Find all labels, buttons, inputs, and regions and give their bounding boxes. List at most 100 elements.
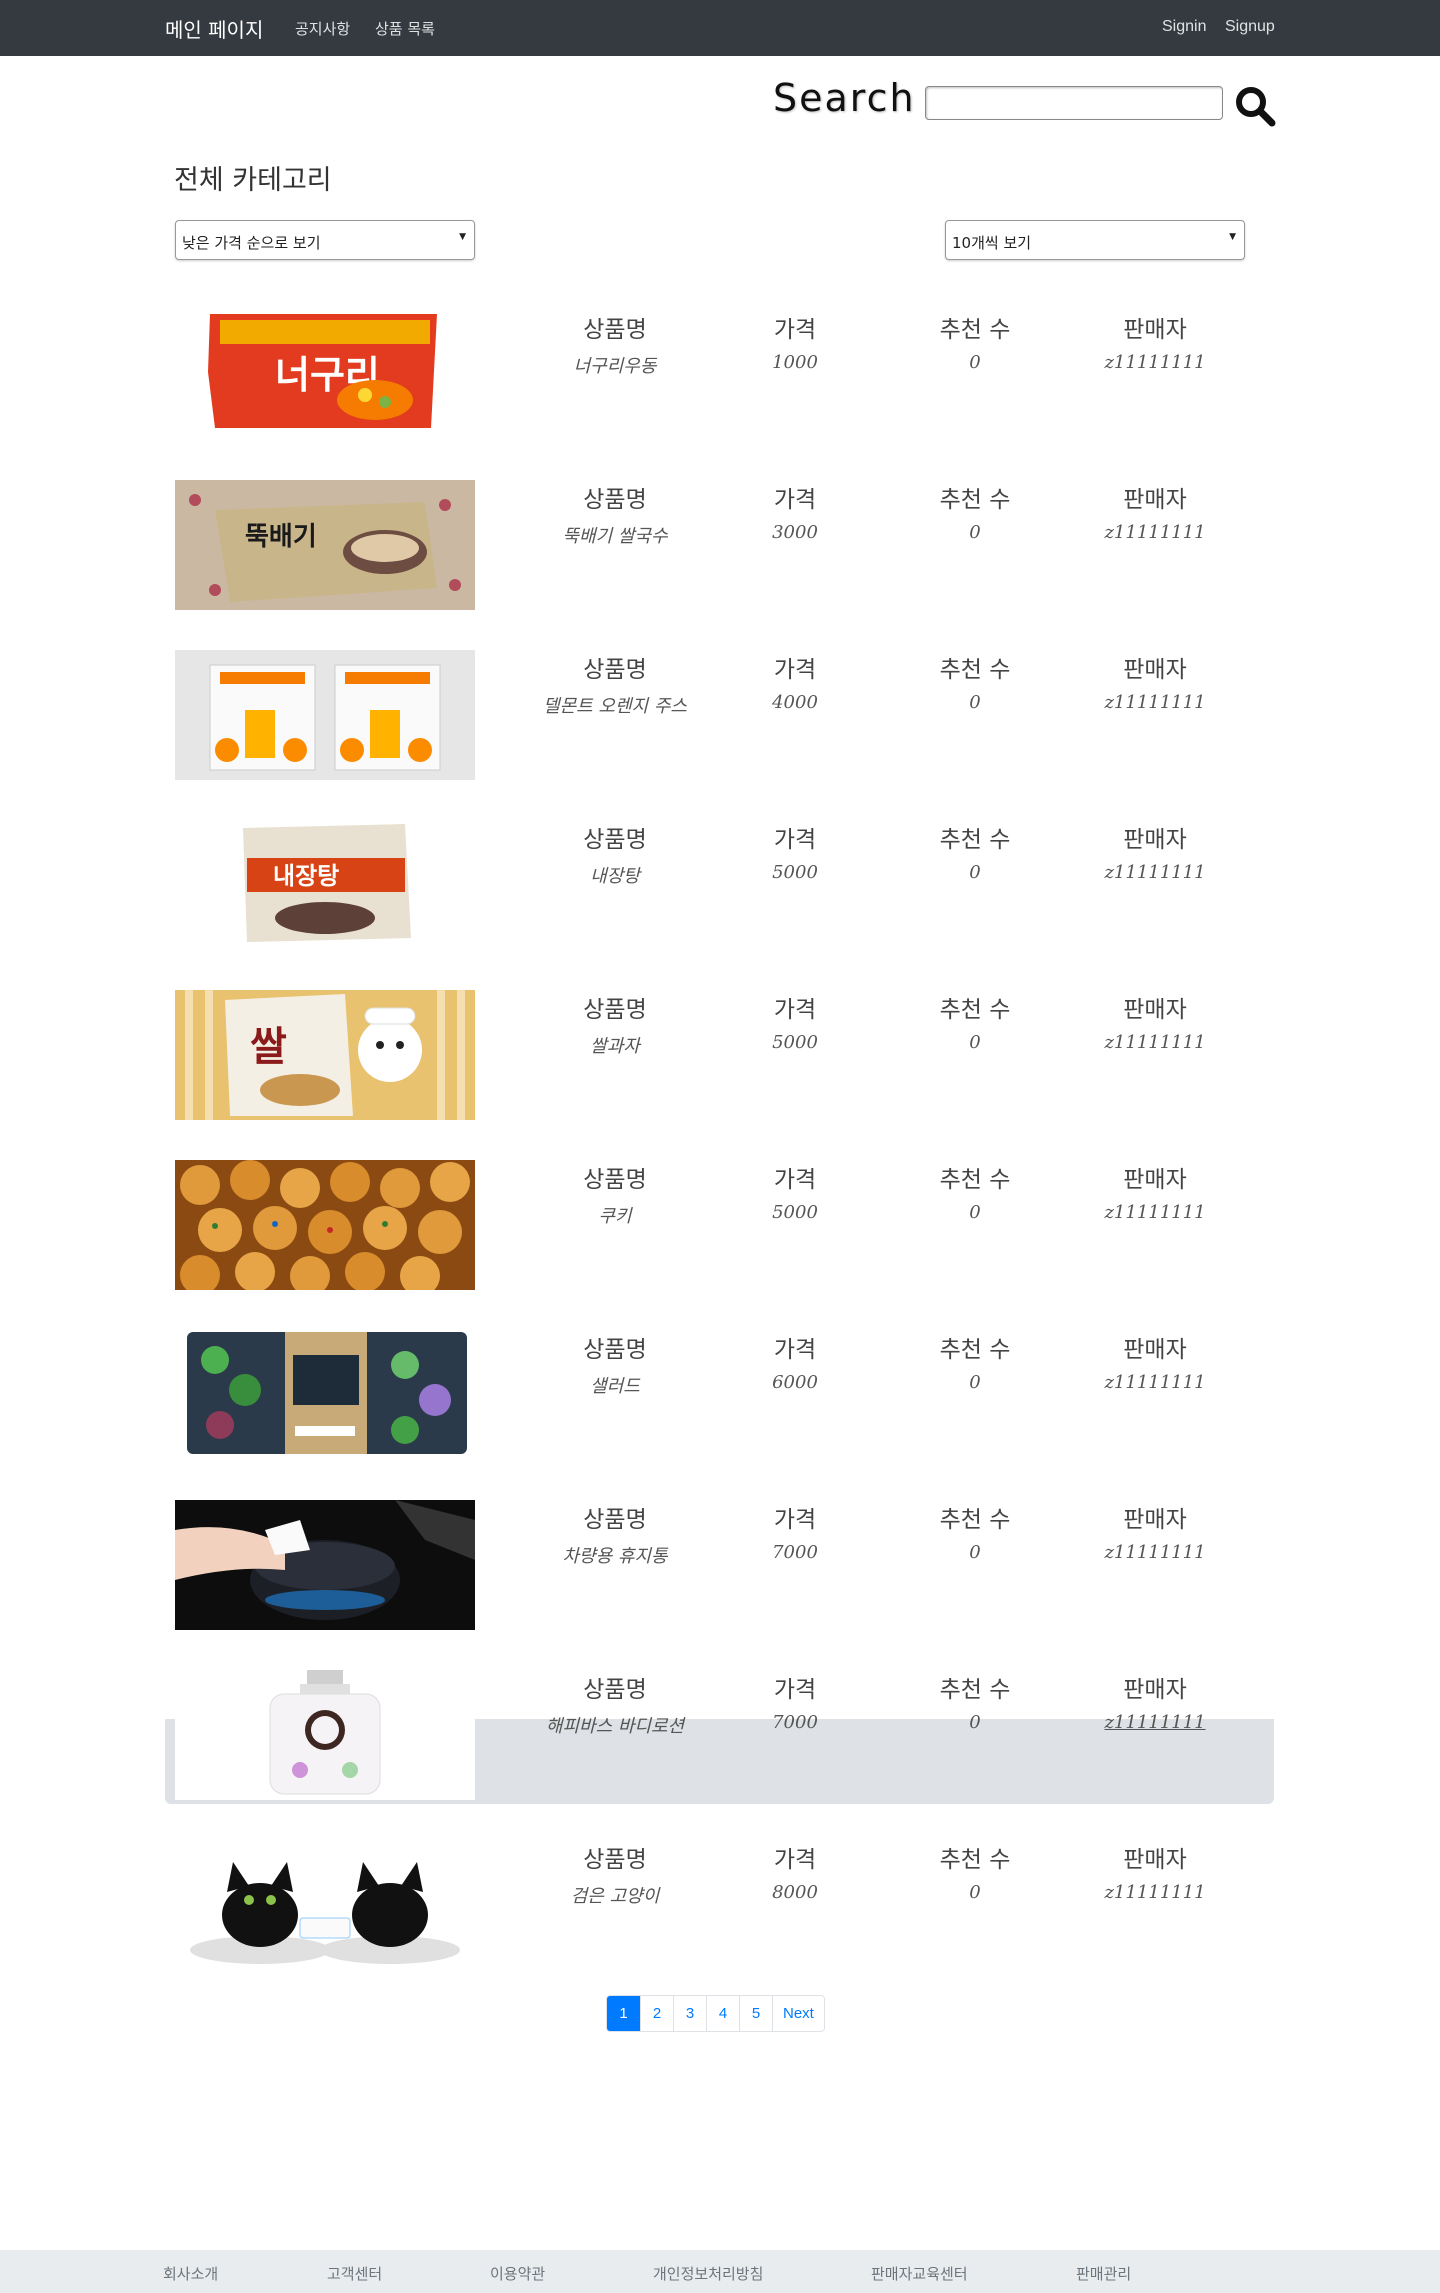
product-name: 델몬트 오렌지 주스 [543,696,687,717]
product-name: 쿠키 [598,1206,632,1227]
page-size-select-value: 10개씩 보기 [952,234,1032,252]
page-button-3[interactable]: 3 [673,1996,706,2031]
svg-text:내장탕: 내장탕 [273,862,339,890]
sort-select[interactable]: 낮은 가격 순으로 보기 ▼ [175,220,475,260]
rice-cracker-image[interactable]: 쌀 [175,990,475,1120]
search-icon[interactable] [1233,84,1277,128]
chevron-down-icon: ▼ [1229,232,1236,242]
product-name: 너구리우동 [573,356,657,377]
product-seller: z11111111 [1104,862,1206,883]
black-cat-figure-image[interactable] [175,1840,475,1970]
product-name: 차량용 휴지통 [562,1546,668,1567]
product-recommend: 0 [969,1712,981,1733]
footer-seller-education-link[interactable]: 판매자교육센터 [871,2263,968,2284]
instant-noodle-image[interactable]: 너구리 [175,310,475,440]
rice-noodle-image[interactable]: 뚝배기 [175,480,475,610]
col-head-name: 상품명 [583,997,647,1023]
col-head-recommend: 추천 수 [939,317,1011,343]
product-row[interactable]: 너구리 상품명 가격 추천 수 판매자 너구리우동 1000 0 z111111… [0,310,1440,480]
col-head-price: 가격 [773,1677,817,1703]
product-price: 1000 [772,352,818,373]
col-head-recommend: 추천 수 [939,487,1011,513]
chevron-down-icon: ▼ [459,232,466,242]
col-head-name: 상품명 [583,1167,647,1193]
col-head-price: 가격 [773,657,817,683]
signin-link[interactable]: Signin [1162,18,1206,36]
category-title: 전체 카테고리 [174,165,332,196]
product-name: 쌀과자 [590,1036,640,1057]
sort-select-value: 낮은 가격 순으로 보기 [182,234,321,252]
next-page-button[interactable]: Next [772,1996,824,2031]
product-seller: z11111111 [1104,1542,1206,1563]
page-button-2[interactable]: 2 [640,1996,673,2031]
cookie-image[interactable] [175,1160,475,1290]
product-seller: z11111111 [1104,1372,1206,1393]
soup-pack-image[interactable]: 내장탕 [175,820,475,950]
col-head-recommend: 추천 수 [939,1167,1011,1193]
product-price: 7000 [772,1712,818,1733]
product-row[interactable]: 내장탕 상품명 가격 추천 수 판매자 내장탕 5000 0 z11111111 [0,820,1440,990]
product-seller: z11111111 [1104,692,1206,713]
footer-terms-link[interactable]: 이용약관 [490,2263,545,2284]
orange-juice-image[interactable] [175,650,475,780]
col-head-price: 가격 [773,1337,817,1363]
pagination: 1 2 3 4 5 Next [606,1995,825,2032]
brand-link[interactable]: 메인 페이지 [165,14,263,43]
svg-text:쌀: 쌀 [250,1023,287,1070]
product-row[interactable]: 쌀 상품명 가격 추천 수 판매자 쌀과자 5000 0 z11111111 [0,990,1440,1160]
nav-notice-link[interactable]: 공지사항 [295,18,350,39]
product-row[interactable]: 상품명 가격 추천 수 판매자 해피바스 바디로션 7000 0 z111111… [0,1670,1440,1840]
product-price: 5000 [772,1032,818,1053]
col-head-seller: 판매자 [1123,827,1187,853]
footer-support-link[interactable]: 고객센터 [327,2263,382,2284]
col-head-seller: 판매자 [1123,1507,1187,1533]
col-head-seller: 판매자 [1123,1677,1187,1703]
col-head-recommend: 추천 수 [939,1847,1011,1873]
product-name: 샐러드 [590,1376,640,1397]
product-row[interactable]: 상품명 가격 추천 수 판매자 델몬트 오렌지 주스 4000 0 z11111… [0,650,1440,820]
col-head-seller: 판매자 [1123,997,1187,1023]
footer-privacy-link[interactable]: 개인정보처리방침 [653,2263,763,2284]
product-name: 해피바스 바디로션 [545,1716,685,1737]
footer-seller-admin-link[interactable]: 판매관리 [1076,2263,1131,2284]
footer-company-link[interactable]: 회사소개 [163,2263,218,2284]
product-recommend: 0 [969,522,981,543]
product-row[interactable]: 상품명 가격 추천 수 판매자 샐러드 6000 0 z11111111 [0,1330,1440,1500]
footer: 회사소개 고객센터 이용약관 개인정보처리방침 판매자교육센터 판매관리 [0,2250,1440,2293]
salad-image[interactable] [175,1330,475,1460]
top-navbar: 메인 페이지 공지사항 상품 목록 Signin Signup [0,0,1440,56]
product-seller: z11111111 [1104,1202,1206,1223]
col-head-price: 가격 [773,1507,817,1533]
product-name: 내장탕 [590,866,640,887]
product-seller: z11111111 [1104,1712,1206,1733]
signup-link[interactable]: Signup [1225,18,1275,36]
product-recommend: 0 [969,692,981,713]
col-head-name: 상품명 [583,827,647,853]
col-head-name: 상품명 [583,487,647,513]
car-trash-bin-image[interactable] [175,1500,475,1630]
page-button-5[interactable]: 5 [739,1996,772,2031]
body-lotion-image[interactable] [175,1670,475,1800]
page-size-select[interactable]: 10개씩 보기 ▼ [945,220,1245,260]
product-recommend: 0 [969,862,981,883]
col-head-price: 가격 [773,997,817,1023]
product-seller: z11111111 [1104,522,1206,543]
product-row[interactable]: 뚝배기 상품명 가격 추천 수 판매자 뚝배기 쌀국수 3000 0 z1111… [0,480,1440,650]
product-price: 7000 [772,1542,818,1563]
product-price: 5000 [772,862,818,883]
search-input[interactable] [925,86,1223,120]
col-head-recommend: 추천 수 [939,1507,1011,1533]
product-row[interactable]: 상품명 가격 추천 수 판매자 검은 고양이 8000 0 z11111111 [0,1840,1440,2010]
page-button-1[interactable]: 1 [607,1996,640,2031]
col-head-recommend: 추천 수 [939,1677,1011,1703]
product-row[interactable]: 상품명 가격 추천 수 판매자 쿠키 5000 0 z11111111 [0,1160,1440,1330]
col-head-seller: 판매자 [1123,317,1187,343]
product-seller: z11111111 [1104,352,1206,373]
page-button-4[interactable]: 4 [706,1996,739,2031]
nav-products-link[interactable]: 상품 목록 [375,18,435,39]
product-row[interactable]: 상품명 가격 추천 수 판매자 차량용 휴지통 7000 0 z11111111 [0,1500,1440,1670]
product-recommend: 0 [969,1202,981,1223]
col-head-price: 가격 [773,317,817,343]
col-head-seller: 판매자 [1123,657,1187,683]
product-price: 4000 [772,692,818,713]
